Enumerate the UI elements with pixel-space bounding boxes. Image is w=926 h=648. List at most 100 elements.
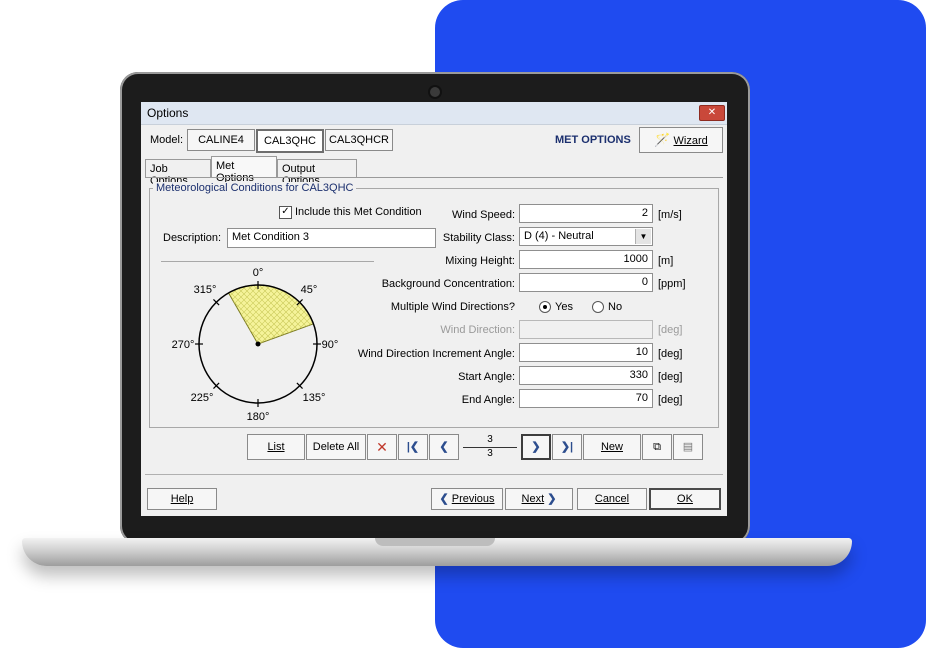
previous-label: Previous xyxy=(451,493,495,505)
help-button[interactable]: Help xyxy=(147,488,217,510)
hatch-line xyxy=(297,285,314,344)
hatch-line xyxy=(301,285,314,344)
compass-label-n: 0° xyxy=(253,267,264,279)
new-label: New xyxy=(600,441,623,453)
wind-compass: 0° 45° 90° 135° 180° 225° 270° 315° xyxy=(161,264,339,423)
multiple-wind-yes-label: Yes xyxy=(555,301,573,313)
cancel-label: Cancel xyxy=(594,493,630,505)
hatch-line xyxy=(161,264,184,344)
compass-label-s: 180° xyxy=(247,411,270,423)
end-angle-label: End Angle: xyxy=(461,394,515,406)
help-label: Help xyxy=(170,493,194,505)
start-angle-input[interactable]: 330 xyxy=(519,366,653,385)
next-record-icon[interactable]: ❯ xyxy=(521,434,551,460)
hatch-line xyxy=(161,264,190,344)
compass-center xyxy=(255,341,261,347)
next-label: Next xyxy=(521,493,545,505)
list-label: List xyxy=(267,441,285,453)
last-record-icon[interactable]: ❯| xyxy=(552,434,582,460)
model-caline4-button[interactable]: CALINE4 xyxy=(187,129,255,151)
wind-direction-label: Wind Direction: xyxy=(440,324,515,336)
stability-class-select[interactable]: D (4) - Neutral ▼ xyxy=(519,227,653,246)
delete-icon[interactable]: ✕ xyxy=(367,434,397,460)
previous-button[interactable]: ❮ Previous xyxy=(431,488,503,510)
hatch-line xyxy=(161,264,202,344)
hatch-line xyxy=(228,285,247,344)
mixing-height-label: Mixing Height: xyxy=(445,255,515,267)
wind-speed-label: Wind Speed: xyxy=(452,209,515,221)
compass-label-e: 90° xyxy=(322,339,339,351)
hatch-line xyxy=(161,264,226,344)
hatch-line xyxy=(161,264,172,344)
window-title: Options xyxy=(147,106,189,120)
wind-direction-unit: [deg] xyxy=(658,324,683,336)
model-cal3qhc-button[interactable]: CAL3QHC xyxy=(256,129,324,153)
group-title: Meteorological Conditions for CAL3QHC xyxy=(153,182,357,194)
previous-record-icon[interactable]: ❮ xyxy=(429,434,459,460)
delete-all-button[interactable]: Delete All xyxy=(306,434,366,460)
title-bar: Options ✕ xyxy=(141,102,727,125)
tab-met-options[interactable]: Met Options xyxy=(211,156,277,184)
multiple-wind-label: Multiple Wind Directions? xyxy=(390,301,515,313)
hatch-line xyxy=(161,264,214,344)
start-angle-unit: [deg] xyxy=(658,371,683,383)
new-button[interactable]: New xyxy=(583,434,641,460)
close-icon[interactable]: ✕ xyxy=(699,105,725,121)
cancel-button[interactable]: Cancel xyxy=(577,488,647,510)
compass-label-se: 135° xyxy=(303,392,326,404)
description-input[interactable]: Met Condition 3 xyxy=(227,228,436,248)
start-angle-label: Start Angle: xyxy=(458,371,515,383)
hatch-line xyxy=(295,285,314,344)
delete-all-label: Delete All xyxy=(312,441,360,453)
increment-angle-unit: [deg] xyxy=(658,348,683,360)
next-button[interactable]: Next ❯ xyxy=(505,488,573,510)
tab-job-options[interactable]: Job Options xyxy=(145,159,211,187)
laptop-notch xyxy=(375,538,495,546)
include-met-checkbox[interactable]: ✓ xyxy=(279,206,292,219)
increment-angle-input[interactable]: 10 xyxy=(519,343,653,362)
wand-icon: 🪄 xyxy=(654,132,671,147)
hatch-line xyxy=(228,285,235,344)
wizard-button[interactable]: 🪄 Wizard xyxy=(639,127,723,153)
footer-divider xyxy=(145,474,723,475)
multiple-wind-no-radio[interactable] xyxy=(592,301,604,313)
paste-icon[interactable]: ▤ xyxy=(673,434,703,460)
options-dialog: Options ✕ Model: CALINE4 CAL3QHC CAL3QHC… xyxy=(141,102,727,516)
background-concentration-input[interactable]: 0 xyxy=(519,273,653,292)
wind-direction-input[interactable] xyxy=(519,320,653,339)
wind-speed-input[interactable]: 2 xyxy=(519,204,653,223)
background-concentration-label: Background Concentration: xyxy=(381,278,515,290)
copy-icon[interactable]: ⧉ xyxy=(642,434,672,460)
end-angle-input[interactable]: 70 xyxy=(519,389,653,408)
include-met-label: Include this Met Condition xyxy=(295,206,422,218)
hatch-line xyxy=(228,285,245,344)
compass-label-sw: 225° xyxy=(191,392,214,404)
hatch-line xyxy=(228,285,233,344)
tab-output-options[interactable]: Output Options xyxy=(277,159,357,187)
met-options-heading: MET OPTIONS xyxy=(555,134,631,146)
first-record-icon[interactable]: |❮ xyxy=(398,434,428,460)
separator xyxy=(161,261,374,262)
increment-angle-label: Wind Direction Increment Angle: xyxy=(357,348,515,360)
list-button[interactable]: List xyxy=(247,434,305,460)
ok-button[interactable]: OK xyxy=(649,488,721,510)
model-label: Model: xyxy=(150,134,184,146)
model-cal3qhcr-button[interactable]: CAL3QHCR xyxy=(325,129,393,151)
hatch-line xyxy=(161,264,166,344)
stability-class-label: Stability Class: xyxy=(442,232,515,244)
chevron-left-icon: ❮ xyxy=(439,493,449,505)
stability-class-value: D (4) - Neutral xyxy=(524,230,594,242)
compass-label-ne: 45° xyxy=(301,284,318,296)
hatch-line xyxy=(161,264,210,344)
multiple-wind-no-label: No xyxy=(608,301,623,313)
compass-label-nw: 315° xyxy=(194,284,217,296)
hatch-line xyxy=(161,264,198,344)
ok-label: OK xyxy=(677,493,693,505)
compass-label-w: 270° xyxy=(172,339,195,351)
hatch-line xyxy=(161,264,220,344)
mixing-height-input[interactable]: 1000 xyxy=(519,250,653,269)
tab-divider xyxy=(145,177,723,178)
multiple-wind-yes-radio[interactable] xyxy=(539,301,551,313)
chevron-down-icon[interactable]: ▼ xyxy=(635,229,651,244)
wizard-label: Wizard xyxy=(673,135,708,147)
